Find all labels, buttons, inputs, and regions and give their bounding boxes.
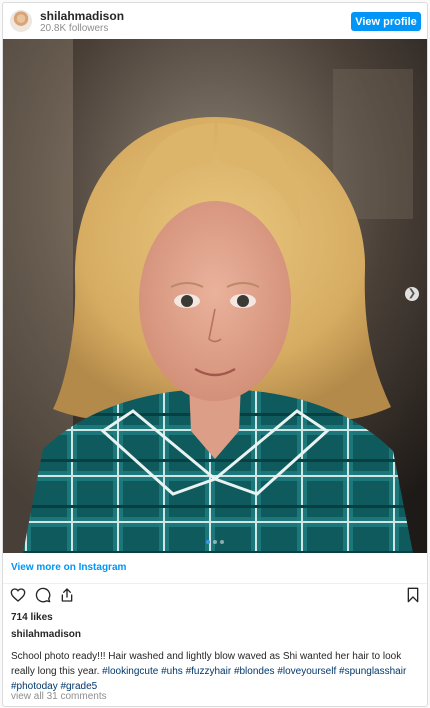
hashtag[interactable]: #loveyourself — [277, 666, 336, 677]
caption-username[interactable]: shilahmadison — [11, 629, 81, 640]
carousel-dot — [213, 540, 217, 544]
view-more-row: View more on Instagram — [3, 553, 427, 584]
hashtag[interactable]: #blondes — [234, 666, 275, 677]
post-header: shilahmadison 20.8K followers View profi… — [3, 3, 427, 39]
carousel-dot — [220, 540, 224, 544]
username[interactable]: shilahmadison — [40, 9, 124, 23]
hashtag[interactable]: #fuzzyhair — [186, 666, 232, 677]
hashtag[interactable]: #uhs — [161, 666, 183, 677]
carousel-next-button[interactable]: ❯ — [405, 287, 419, 301]
like-count[interactable]: 714 likes — [11, 612, 53, 623]
instagram-embed-card: shilahmadison 20.8K followers View profi… — [2, 2, 428, 707]
view-profile-button[interactable]: View profile — [351, 12, 421, 31]
bookmark-icon[interactable] — [405, 587, 421, 603]
carousel-indicator — [206, 540, 224, 544]
follower-count: 20.8K followers — [40, 23, 109, 34]
share-icon[interactable] — [59, 587, 75, 603]
caption: School photo ready!!! Hair washed and li… — [11, 649, 421, 694]
hashtag[interactable]: #lookingcute — [102, 666, 158, 677]
comment-icon[interactable] — [35, 587, 51, 603]
photo-image — [3, 39, 427, 553]
action-bar — [3, 585, 427, 607]
post-photo[interactable]: ❯ — [3, 39, 427, 553]
view-more-link[interactable]: View more on Instagram — [11, 562, 126, 573]
hashtag[interactable]: #spunglasshair — [339, 666, 406, 677]
chevron-right-icon: ❯ — [407, 288, 417, 299]
carousel-dot — [206, 540, 210, 544]
heart-icon[interactable] — [10, 587, 26, 603]
view-comments-link[interactable]: view all 31 comments — [11, 691, 107, 702]
avatar[interactable] — [10, 10, 32, 32]
